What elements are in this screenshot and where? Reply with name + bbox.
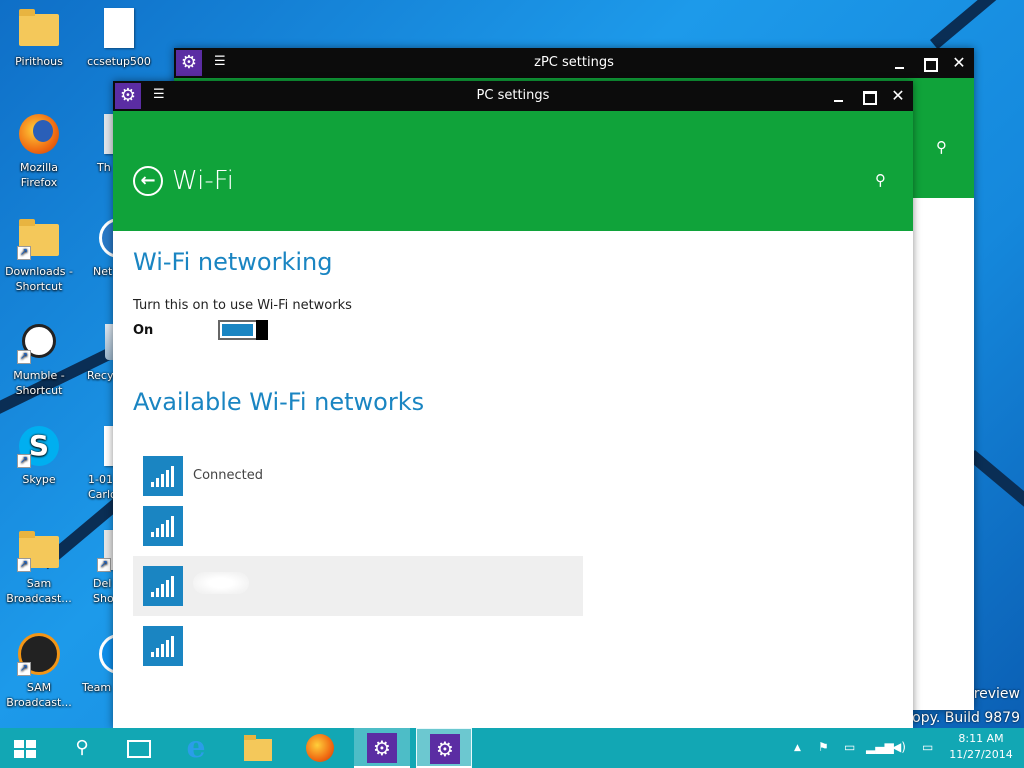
wallpaper-beam [930, 0, 1024, 50]
maximize-button[interactable] [914, 50, 944, 76]
back-titlebar[interactable]: ⚙ ☰ zPC settings ✕ [174, 48, 974, 78]
clock-time: 8:11 AM [958, 732, 1004, 745]
network-list-item[interactable] [133, 616, 583, 676]
page-header: ← Wi-Fi ⚲ [113, 111, 913, 231]
clock-date: 11/27/2014 [949, 748, 1013, 761]
search-icon: ⚲ [75, 737, 89, 758]
mumble-icon: ↗ [17, 320, 61, 364]
wifi-toggle-state: On [133, 323, 154, 338]
taskbar-file-explorer[interactable] [230, 728, 286, 768]
desktop-icon-label: ccsetup500 [87, 55, 151, 68]
wallpaper-beam [967, 450, 1024, 511]
user-folder-icon [17, 6, 61, 50]
desktop-icon-label: Downloads - Shortcut [5, 265, 73, 293]
desktop-icon-pirithous[interactable]: Pirithous [0, 6, 78, 69]
start-icon [14, 740, 36, 758]
sam-folder-icon: ↗ [17, 528, 61, 572]
gear-icon: ⚙ [367, 733, 397, 763]
sam-broadcaster-icon: ↗ [17, 632, 61, 676]
wifi-toggle-switch[interactable] [218, 320, 268, 340]
task-view-button[interactable] [118, 728, 158, 768]
taskbar-internet-explorer[interactable]: e [168, 728, 224, 768]
desktop-icon-label: SAM Broadcast... [6, 681, 72, 709]
desktop-icon-ccsetup[interactable]: ccsetup500 [80, 6, 158, 69]
network-list-item[interactable] [133, 496, 583, 556]
maximize-button[interactable] [853, 83, 883, 109]
skype-icon: S ↗ [17, 424, 61, 468]
taskbar-zpc-settings[interactable]: ⚙ [354, 728, 410, 768]
desktop-icon-label: Skype [22, 473, 56, 486]
minimize-button[interactable] [823, 83, 853, 109]
wifi-networking-heading: Wi-Fi networking [133, 248, 333, 276]
watermark-line2: copy. Build 9879 [904, 710, 1020, 726]
desktop-icon-downloads[interactable]: ↗ Downloads - Shortcut [0, 216, 78, 294]
desktop-icon-label: Mozilla Firefox [20, 161, 58, 189]
wifi-signal-icon [143, 456, 183, 496]
wifi-signal-icon [143, 626, 183, 666]
file-explorer-icon [244, 735, 272, 761]
close-button[interactable]: ✕ [883, 83, 913, 109]
desktop-icon-label: Pirithous [15, 55, 63, 68]
close-button[interactable]: ✕ [944, 50, 974, 76]
desktop-icon-label: Mumble - Shortcut [13, 369, 65, 397]
back-arrow-icon[interactable]: ← [133, 166, 163, 196]
document-icon [97, 6, 141, 50]
front-titlebar[interactable]: ⚙ ☰ PC settings ✕ [113, 81, 913, 111]
search-icon[interactable]: ⚲ [875, 171, 886, 189]
keyboard-icon[interactable]: ▭ [922, 740, 933, 754]
desktop-icon-label: Sam Broadcast... [6, 577, 72, 605]
firefox-icon [17, 112, 61, 156]
desktop-icon-label: 1-01 Carlo [88, 473, 117, 501]
gear-icon: ⚙ [430, 734, 460, 764]
flag-icon[interactable]: ⚑ [818, 740, 829, 754]
network-list-item[interactable] [133, 556, 583, 616]
taskbar-firefox[interactable] [292, 728, 348, 768]
internet-explorer-icon: e [186, 730, 206, 765]
front-window-title: PC settings [476, 88, 550, 103]
start-button[interactable] [0, 728, 48, 768]
desktop-icon-mumble[interactable]: ↗ Mumble - Shortcut [0, 320, 78, 398]
search-icon[interactable]: ⚲ [936, 138, 947, 156]
minimize-button[interactable] [884, 50, 914, 76]
desktop-icon-skype[interactable]: S ↗ Skype [0, 424, 78, 487]
network-status: Connected [193, 468, 264, 483]
watermark-line1: review [973, 686, 1020, 702]
volume-icon[interactable]: ◀) [892, 740, 906, 754]
wifi-toggle-description: Turn this on to use Wi-Fi networks [133, 298, 352, 313]
desktop-icon-sam-broadcaster[interactable]: ↗ SAM Broadcast... [0, 632, 78, 710]
available-networks-heading: Available Wi-Fi networks [133, 388, 425, 416]
desktop-icon-label: Del Sho [93, 577, 114, 605]
desktop-icon-sam-folder[interactable]: ↗ Sam Broadcast... [0, 528, 78, 606]
wifi-signal-icon [143, 566, 183, 606]
taskbar: ⚲ e ⚙ ⚙ ▲ ⚑ ▭ ▂▄▆ ◀) ▭ 8:11 AM 11/27/201… [0, 728, 1024, 768]
battery-icon[interactable]: ▭ [844, 740, 855, 754]
wifi-signal-icon [143, 506, 183, 546]
downloads-folder-icon: ↗ [17, 216, 61, 260]
network-name-redacted [193, 572, 249, 594]
page-title: Wi-Fi [172, 166, 235, 196]
back-window-title: zPC settings [534, 55, 614, 70]
show-hidden-icons-button[interactable]: ▲ [794, 743, 801, 753]
desktop-icon-firefox[interactable]: Mozilla Firefox [0, 112, 78, 190]
taskbar-pc-settings[interactable]: ⚙ [416, 728, 472, 768]
search-button[interactable]: ⚲ [60, 728, 104, 768]
network-icon[interactable]: ▂▄▆ [866, 740, 894, 754]
clock[interactable]: 8:11 AM 11/27/2014 [944, 731, 1018, 763]
firefox-icon [306, 734, 334, 762]
